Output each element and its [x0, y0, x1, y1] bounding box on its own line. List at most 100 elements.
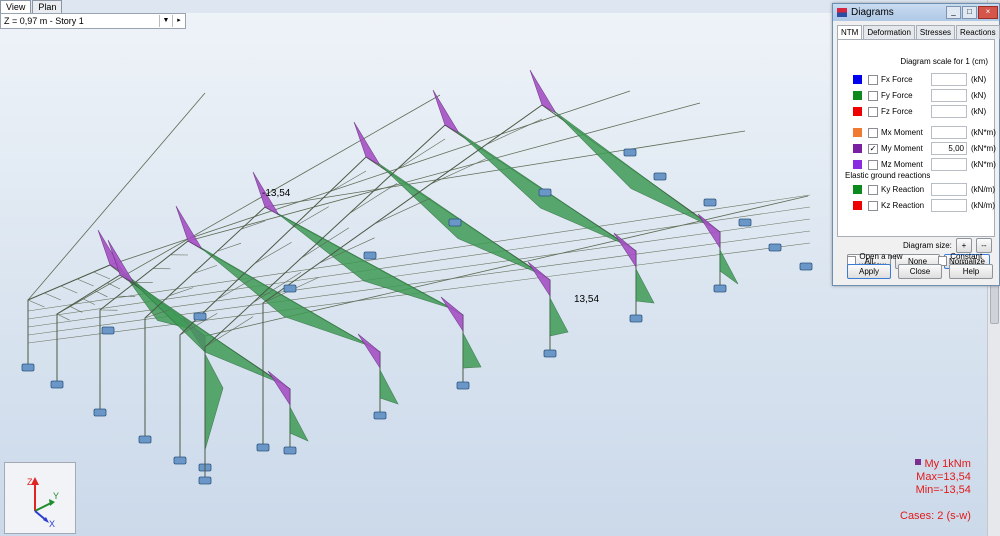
scale-input[interactable] [931, 105, 967, 118]
elastic-row: Kz Reaction (kN/m) [853, 199, 995, 212]
frame-line [179, 156, 551, 461]
dialog-footer: Apply Close Help [847, 264, 993, 279]
support-icon [93, 408, 107, 417]
truss-member [168, 287, 194, 297]
dialog-titlebar[interactable]: Diagrams _ □ × [833, 4, 999, 21]
color-swatch[interactable] [853, 107, 862, 116]
moment-diagram-purple [353, 121, 381, 166]
color-swatch[interactable] [853, 75, 862, 84]
truss-member [348, 183, 398, 215]
support-icon [50, 380, 64, 389]
moment-diagram-green [635, 268, 655, 304]
color-swatch[interactable] [853, 160, 862, 169]
scale-input[interactable] [931, 199, 967, 212]
tab-reactions[interactable]: Reactions [956, 25, 1000, 39]
row-label: Fy Force [881, 91, 913, 100]
scale-input[interactable]: 5,00 [931, 142, 967, 155]
tab-view[interactable]: View [0, 0, 32, 13]
toggle-checkbox[interactable] [868, 127, 878, 138]
unit-label: (kN/m) [971, 201, 995, 210]
support-icon [653, 172, 667, 181]
maximize-icon[interactable]: □ [962, 6, 977, 19]
unit-label: (kN) [971, 91, 987, 100]
scale-input[interactable] [931, 183, 967, 196]
truss-member [27, 299, 45, 308]
truss-member [44, 292, 61, 301]
toggle-checkbox[interactable] [868, 200, 878, 211]
row-label: Fz Force [881, 107, 913, 116]
toggle-checkbox[interactable] [868, 106, 878, 117]
moment-diagram-purple [529, 69, 557, 114]
support-icon [713, 284, 727, 293]
scale-input[interactable] [931, 73, 967, 86]
unit-label: (kN) [971, 75, 987, 84]
close-button[interactable]: Close [898, 264, 942, 279]
tab-plan[interactable]: Plan [32, 0, 63, 13]
unit-label: (kN*m) [971, 128, 996, 137]
color-swatch[interactable] [853, 144, 862, 153]
support-icon [173, 456, 187, 465]
diagram-scale-label: Diagram scale for 1 (cm) [900, 57, 988, 66]
axis-gizmo-icon: Z Y X [27, 477, 59, 529]
moment-diagram-green [719, 249, 739, 285]
moment-diagram-purple [175, 205, 203, 250]
support-icon [538, 188, 552, 197]
toggle-checkbox[interactable] [868, 184, 878, 195]
tab-ntm[interactable]: NTM [837, 25, 863, 39]
truss-member [430, 158, 487, 185]
axis-gizmo: Z Y X [4, 462, 76, 534]
row-label: Kz Reaction [881, 201, 925, 210]
color-swatch[interactable] [853, 201, 862, 210]
story-next-icon[interactable]: ▸ [172, 15, 185, 27]
story-text: Z = 0,97 m - Story 1 [4, 16, 84, 26]
diagram-size-control: Diagram size: + -- [903, 238, 992, 253]
scale-input[interactable] [931, 158, 967, 171]
toggle-checkbox[interactable]: ✓ [868, 143, 878, 154]
toggle-checkbox[interactable] [868, 74, 878, 85]
elastic-reactions-label: Elastic ground reactions [845, 171, 931, 180]
truss-member [486, 118, 543, 145]
toggle-checkbox[interactable] [868, 90, 878, 101]
color-swatch[interactable] [853, 185, 862, 194]
moment-diagram-green [289, 406, 309, 442]
row-label: Ky Reaction [881, 185, 925, 194]
truss-member [77, 278, 94, 287]
diagrams-dialog[interactable]: Diagrams _ □ × NTM Deformation Stresses … [832, 3, 1000, 286]
tab-deformation[interactable]: Deformation [863, 25, 915, 39]
size-decrease-button[interactable]: -- [975, 238, 992, 253]
diagram-size-label: Diagram size: [903, 241, 952, 250]
truss-member [240, 220, 266, 230]
support-icon [363, 251, 377, 260]
truss-member [374, 197, 431, 225]
help-button[interactable]: Help [949, 264, 993, 279]
close-icon[interactable]: × [978, 6, 998, 19]
moment-diagram-purple [357, 333, 381, 370]
apply-button[interactable]: Apply [847, 264, 891, 279]
view-tabs: View Plan [0, 0, 63, 13]
color-swatch[interactable] [853, 91, 862, 100]
support-icon [198, 476, 212, 485]
truss-member [60, 285, 78, 294]
tab-stresses[interactable]: Stresses [915, 25, 956, 39]
force-row: Fx Force (kN) [853, 73, 986, 86]
size-increase-button[interactable]: + [955, 238, 972, 253]
support-icon [456, 381, 470, 390]
truss-member [56, 313, 70, 321]
scale-input[interactable] [931, 89, 967, 102]
moment-diagram-purple [440, 296, 464, 333]
force-row: Mx Moment (kN*m) [853, 126, 996, 139]
row-label: Mz Moment [881, 160, 923, 169]
support-icon [256, 443, 270, 452]
scale-input[interactable] [931, 126, 967, 139]
story-selector[interactable]: Z = 0,97 m - Story 1 ▼ ▸ [0, 13, 186, 29]
toggle-checkbox[interactable] [868, 159, 878, 170]
support-icon [768, 243, 782, 252]
moment-diagram-purple [267, 370, 291, 407]
frame-line [27, 264, 206, 468]
color-swatch[interactable] [853, 128, 862, 137]
minimize-icon[interactable]: _ [946, 6, 961, 19]
legend-min: Min=-13,54 [915, 484, 971, 496]
story-dropdown-icon[interactable]: ▼ [159, 15, 172, 27]
elastic-row: Ky Reaction (kN/m) [853, 183, 995, 196]
support-icon [629, 314, 643, 323]
